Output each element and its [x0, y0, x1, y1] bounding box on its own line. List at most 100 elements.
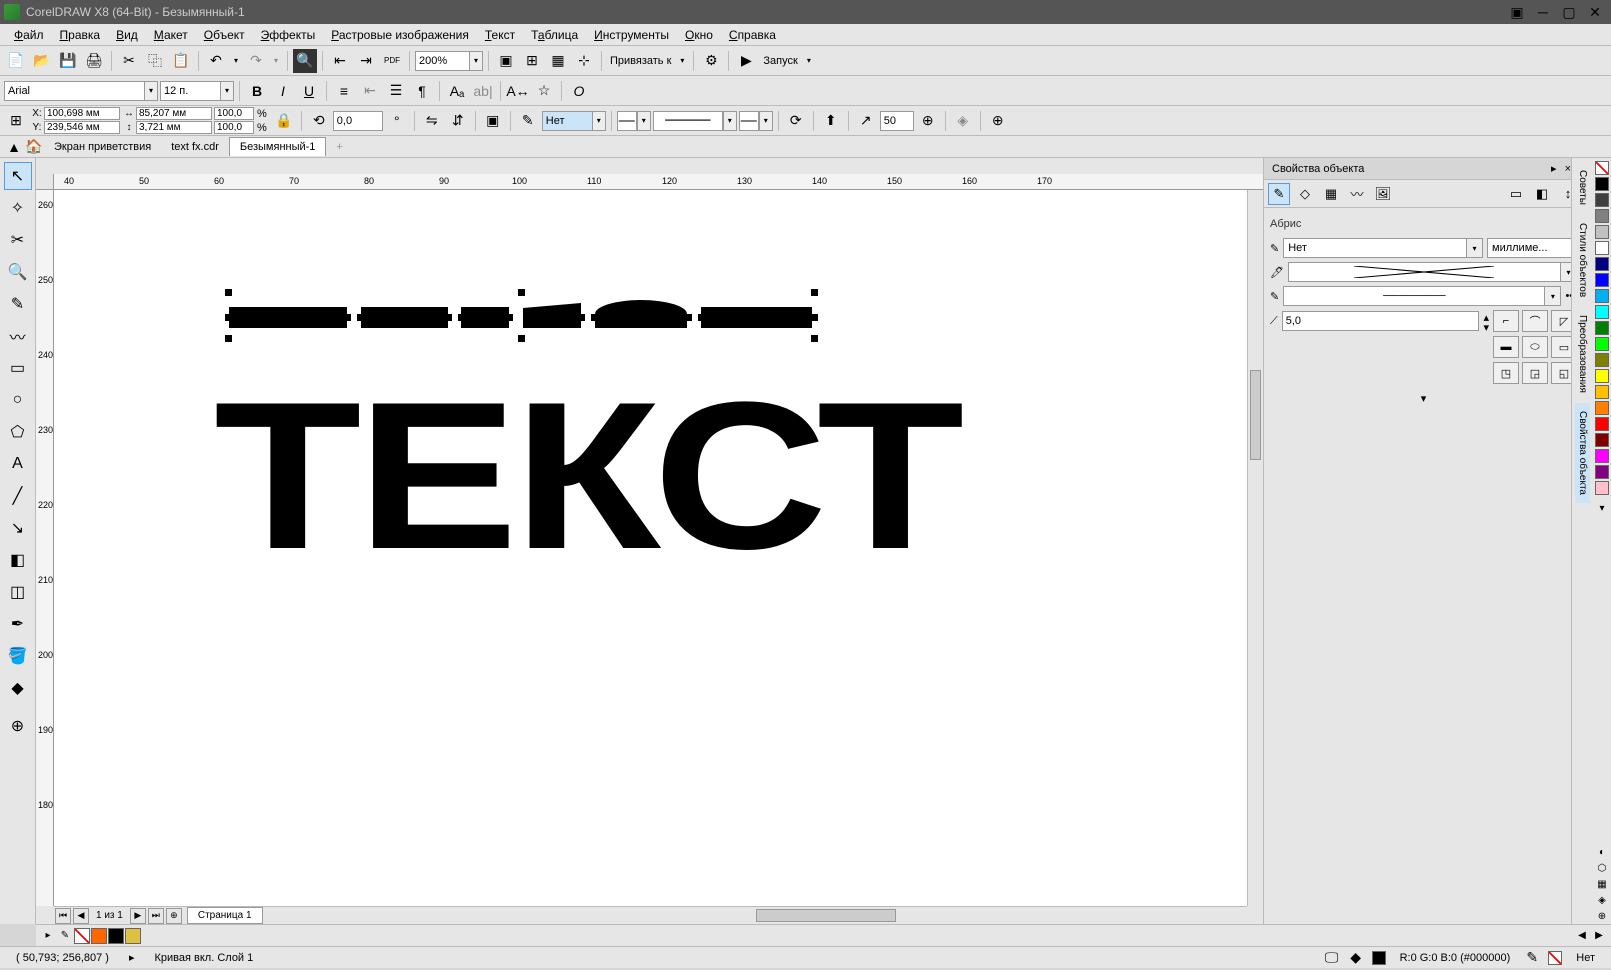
menu-tools[interactable]: Инструменты — [586, 26, 677, 44]
cap-round-icon[interactable]: ⬭ — [1522, 336, 1548, 358]
zoom-input[interactable] — [415, 51, 469, 71]
bold-icon[interactable]: B — [245, 79, 269, 103]
palette-options-icon[interactable]: ◐ — [1594, 844, 1610, 860]
polygon-tool-icon[interactable]: ⬠ — [4, 418, 32, 446]
quick-custom-tool-icon[interactable]: ⊕ — [4, 712, 32, 740]
swatch[interactable] — [1595, 321, 1609, 335]
drop-shadow-icon[interactable]: ◧ — [4, 546, 32, 574]
page-prev-icon[interactable]: ◀ — [73, 908, 89, 924]
swatch[interactable] — [1595, 433, 1609, 447]
swatch[interactable] — [1595, 305, 1609, 319]
menu-layout[interactable]: Макет — [146, 26, 196, 44]
copies-input[interactable] — [880, 111, 914, 131]
swatch[interactable] — [1595, 273, 1609, 287]
swatch[interactable] — [1595, 193, 1609, 207]
outline-width-combo[interactable]: ▾ — [542, 111, 606, 131]
end-arrow-combo[interactable]: —▾ — [739, 111, 773, 131]
window-helper-icon[interactable]: ▣ — [1505, 3, 1529, 21]
doc-swatch-none[interactable] — [74, 928, 90, 944]
swatch[interactable] — [1595, 401, 1609, 415]
fontsize-combo[interactable]: ▾ — [160, 81, 234, 101]
swatch[interactable] — [1595, 369, 1609, 383]
menu-help[interactable]: Справка — [721, 26, 784, 44]
swatch[interactable] — [1595, 337, 1609, 351]
convert-curves-icon[interactable]: ◈ — [951, 109, 975, 133]
home-icon[interactable]: 🏠 — [24, 138, 44, 156]
launch-app-icon[interactable]: ▶ — [734, 49, 758, 73]
pos-center-icon[interactable]: ◲ — [1522, 362, 1548, 384]
fill-tool-icon[interactable]: 🪣 — [4, 642, 32, 670]
view-mode2-icon[interactable]: ◧ — [1531, 183, 1553, 205]
menu-text[interactable]: Текст — [477, 26, 523, 44]
connector-tool-icon[interactable]: ↘ — [4, 514, 32, 542]
doc-palette-left-icon[interactable]: ◀ — [1574, 928, 1590, 944]
scrollbar-horizontal[interactable] — [536, 906, 1247, 924]
bitmap-tab-icon[interactable]: 🖼 — [1372, 183, 1394, 205]
envelope-tab-icon[interactable]: 〰 — [1346, 183, 1368, 205]
menu-bitmaps[interactable]: Растровые изображения — [323, 26, 477, 44]
object-origin-icon[interactable]: ⊞ — [4, 109, 28, 133]
dash-preview[interactable]: ──────── — [1283, 286, 1545, 306]
edit-text-icon[interactable]: ab| — [471, 79, 495, 103]
swatch[interactable] — [1595, 385, 1609, 399]
launch-dd[interactable]: ▾ — [803, 49, 815, 73]
freehand-tool-icon[interactable]: ✎ — [4, 290, 32, 318]
crop-tool-icon[interactable]: ✂ — [4, 226, 32, 254]
start-arrow-combo[interactable]: —▾ — [617, 111, 651, 131]
scalex-input[interactable] — [214, 107, 254, 120]
swatch-white[interactable] — [1595, 241, 1609, 255]
outline-width-input[interactable] — [542, 111, 592, 131]
doc-palette-right-icon[interactable]: ▶ — [1591, 928, 1607, 944]
close-curve-icon[interactable]: ⟳ — [784, 109, 808, 133]
vtab-hints[interactable]: Советы — [1575, 162, 1590, 213]
underline-icon[interactable]: U — [297, 79, 321, 103]
redo-icon[interactable]: ↷ — [244, 49, 268, 73]
cut-icon[interactable]: ✂ — [117, 49, 141, 73]
mirror-h-icon[interactable]: ⇋ — [420, 109, 444, 133]
doc-swatch[interactable] — [108, 928, 124, 944]
interactive-text-icon[interactable]: ☆ — [532, 79, 556, 103]
swatch-black[interactable] — [1595, 177, 1609, 191]
text-options-icon[interactable]: O — [567, 79, 591, 103]
menu-effects[interactable]: Эффекты — [253, 26, 324, 44]
save-icon[interactable]: 💾 — [56, 49, 80, 73]
open-icon[interactable]: 📂 — [30, 49, 54, 73]
vtab-properties[interactable]: Свойства объекта — [1575, 403, 1590, 503]
font-dd[interactable]: ▾ — [144, 81, 158, 101]
vtab-transforms[interactable]: Преобразования — [1575, 307, 1590, 401]
transparency-tool-icon[interactable]: ◫ — [4, 578, 32, 606]
canvas[interactable]: ТЕКСТ — [54, 190, 1247, 906]
artistic-media-icon[interactable]: 〰 — [4, 322, 32, 350]
convert-text-icon[interactable]: A↔ — [506, 79, 530, 103]
page-first-icon[interactable]: ⏮ — [55, 908, 71, 924]
ruler-horizontal[interactable]: миллиметры 40506070809010011012013014015… — [54, 174, 1263, 190]
undo-dd[interactable]: ▾ — [230, 49, 242, 73]
copy-icon[interactable]: ⿻ — [143, 49, 167, 73]
status-fill-icon[interactable]: ◆ — [1344, 946, 1368, 970]
shape-3[interactable] — [461, 307, 509, 328]
new-doc-icon[interactable]: 📄 — [4, 49, 28, 73]
scaley-input[interactable] — [214, 121, 254, 134]
h-input[interactable] — [136, 121, 212, 134]
swatch[interactable] — [1595, 417, 1609, 431]
eyedropper-icon[interactable]: ✒ — [4, 610, 32, 638]
expand-more-icon[interactable]: ▾ — [1270, 392, 1577, 405]
ellipse-tool-icon[interactable]: ○ — [4, 386, 32, 414]
shape-6[interactable] — [701, 307, 812, 328]
transparency-tab-icon[interactable]: ▦ — [1320, 183, 1342, 205]
fontsize-dd[interactable]: ▾ — [220, 81, 234, 101]
swatch[interactable] — [1595, 465, 1609, 479]
fontsize-input[interactable] — [160, 81, 220, 101]
status-outline-swatch[interactable] — [1548, 951, 1562, 965]
close-button[interactable]: ✕ — [1583, 3, 1607, 21]
show-grid-icon[interactable]: ▦ — [546, 49, 570, 73]
status-fill-swatch[interactable] — [1372, 951, 1386, 965]
page-last-icon[interactable]: ⏭ — [148, 908, 164, 924]
status-next-icon[interactable]: ▸ — [119, 951, 145, 964]
palette-3d-icon[interactable]: ⬡ — [1594, 860, 1610, 876]
parallel-dim-icon[interactable]: ╱ — [4, 482, 32, 510]
line-style-preview[interactable] — [1288, 262, 1561, 282]
angle-input[interactable] — [333, 111, 383, 131]
indent-dec-icon[interactable]: ⇤ — [358, 79, 382, 103]
doc-swatch[interactable] — [125, 928, 141, 944]
